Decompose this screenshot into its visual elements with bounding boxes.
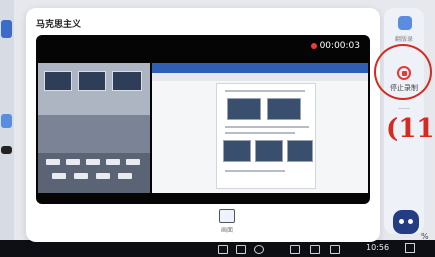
recording-dot-icon (310, 43, 317, 49)
classroom-screen (44, 71, 72, 91)
notification-icon[interactable] (405, 243, 415, 253)
shared-screen-feed (152, 63, 368, 193)
shared-window-toolbar (152, 73, 368, 81)
document-image (255, 140, 283, 162)
assistant-robot-icon[interactable] (393, 210, 419, 234)
annotation-highlight-circle (374, 44, 432, 100)
video-preview: 00:00:03 (36, 35, 370, 204)
shared-window-titlebar (152, 63, 368, 73)
text-line (225, 132, 295, 134)
annotation-step-number: (11) (386, 114, 435, 144)
taskbar-icon[interactable] (330, 245, 340, 254)
desk (86, 159, 100, 165)
percent-fragment: % (421, 232, 429, 241)
desk (106, 159, 120, 165)
text-line (225, 90, 305, 92)
desk (74, 173, 88, 179)
dialog-title: 马克思主义 (36, 20, 82, 30)
document-image (227, 98, 261, 120)
left-app-icon (1, 20, 12, 38)
screen-icon (219, 209, 235, 223)
desk (46, 159, 60, 165)
left-app-icon (1, 146, 12, 154)
taskbar-icon[interactable] (236, 245, 246, 254)
desk (66, 159, 80, 165)
taskbar-icon[interactable] (254, 245, 264, 254)
taskbar-icon[interactable] (218, 245, 228, 254)
recording-timer: 00:00:03 (310, 41, 360, 51)
desk (118, 173, 132, 179)
recording-time: 00:00:03 (319, 41, 360, 51)
taskbar-icon[interactable] (310, 245, 320, 254)
taskbar: 10:56 (0, 240, 435, 257)
top-tool-label: 翻版录 (394, 36, 413, 43)
taskbar-clock[interactable]: 10:56 (366, 243, 389, 252)
classroom-screen (112, 71, 142, 91)
classroom-screen (78, 71, 106, 91)
desk (96, 173, 110, 179)
recording-dialog: 马克思主义 00:00:03 画面 (26, 8, 380, 242)
text-line (225, 126, 309, 128)
user-icon[interactable] (398, 16, 412, 30)
document-image (287, 140, 313, 162)
screen-button-label: 画面 (220, 227, 233, 234)
screen-button[interactable]: 画面 (212, 209, 242, 239)
desk (52, 173, 66, 179)
toolbar-divider (398, 108, 410, 109)
left-app-icon (1, 114, 12, 128)
classroom-camera-feed (38, 63, 150, 193)
document-image (267, 98, 301, 120)
desk (126, 159, 140, 165)
taskbar-icon[interactable] (290, 245, 300, 254)
text-line (225, 170, 285, 172)
shared-document-page (216, 83, 316, 189)
document-image (223, 140, 251, 162)
background-window-edge (0, 0, 14, 240)
